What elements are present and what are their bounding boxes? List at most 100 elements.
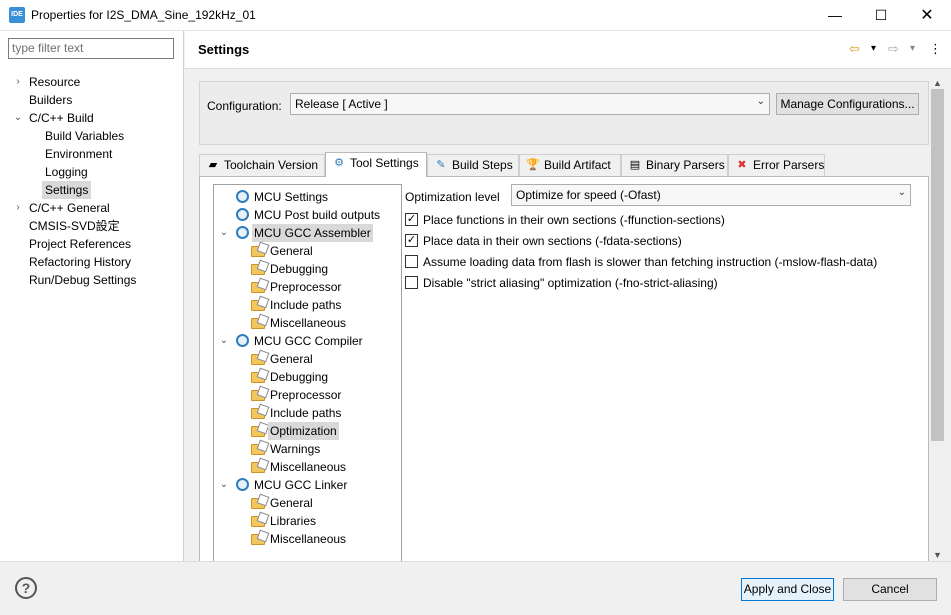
apply-and-close-button[interactable]: Apply and Close <box>741 578 834 601</box>
tab-toolchain-version[interactable]: ▰ Toolchain Version <box>199 154 325 176</box>
options-folder-icon <box>251 426 265 437</box>
nav-item-cmsis-svd[interactable]: CMSIS-SVD設定 <box>29 217 120 235</box>
settings-page: Settings ⇦ ▾ ⇨ ▾ ⋮ Configuration: Releas… <box>185 31 951 562</box>
checkbox-unchecked[interactable] <box>405 255 418 268</box>
tab-build-steps[interactable]: ✎ Build Steps <box>427 154 519 176</box>
nav-item-resource[interactable]: Resource <box>29 73 80 91</box>
expand-chevron-icon[interactable]: › <box>13 199 23 217</box>
tree-item-compiler-warnings[interactable]: Warnings <box>270 440 320 458</box>
tree-item-linker-libraries[interactable]: Libraries <box>270 512 316 530</box>
filter-input[interactable]: type filter text <box>8 38 174 59</box>
tree-item-assembler-debugging[interactable]: Debugging <box>270 260 328 278</box>
tree-item-assembler-miscellaneous[interactable]: Miscellaneous <box>270 314 346 332</box>
close-window-button[interactable]: ✕ <box>904 0 950 31</box>
checkbox-unchecked[interactable] <box>405 276 418 289</box>
configuration-group: Configuration: Release [ Active ] ⌄ Mana… <box>199 81 929 145</box>
maximize-button[interactable]: ☐ <box>858 0 904 31</box>
options-folder-icon <box>251 390 265 401</box>
nav-item-build-variables[interactable]: Build Variables <box>45 127 124 145</box>
tab-label: Toolchain Version <box>224 158 319 172</box>
checkbox-checked[interactable]: ✓ <box>405 234 418 247</box>
tree-item-mcu-gcc-linker[interactable]: MCU GCC Linker <box>254 476 347 494</box>
tree-item-assembler-include-paths[interactable]: Include paths <box>270 296 341 314</box>
tree-item-compiler-general[interactable]: General <box>270 350 313 368</box>
tree-item-linker-general[interactable]: General <box>270 494 313 512</box>
tree-item-mcu-gcc-assembler[interactable]: MCU GCC Assembler <box>252 224 373 242</box>
tab-label: Tool Settings <box>350 156 419 170</box>
nav-item-cpp-build[interactable]: C/C++ Build <box>29 109 94 127</box>
collapse-chevron-icon[interactable]: ⌄ <box>219 224 229 242</box>
tree-item-compiler-debugging[interactable]: Debugging <box>270 368 328 386</box>
trophy-icon: 🏆 <box>526 159 540 171</box>
nav-item-environment[interactable]: Environment <box>45 145 112 163</box>
ide-app-icon: IDE <box>9 7 25 23</box>
tab-build-artifact[interactable]: 🏆 Build Artifact <box>519 154 621 176</box>
nav-item-refactoring-history[interactable]: Refactoring History <box>29 253 131 271</box>
scroll-up-icon[interactable]: ▲ <box>929 77 946 89</box>
build-steps-icon: ✎ <box>436 159 446 171</box>
collapse-chevron-icon[interactable]: ⌄ <box>219 332 229 350</box>
nav-item-builders[interactable]: Builders <box>29 91 72 109</box>
option-label: Assume loading data from flash is slower… <box>423 255 878 269</box>
nav-item-cpp-general[interactable]: C/C++ General <box>29 199 110 217</box>
tree-item-compiler-include-paths[interactable]: Include paths <box>270 404 341 422</box>
cancel-button[interactable]: Cancel <box>843 578 937 601</box>
forward-arrow-icon[interactable]: ⇨ <box>888 41 899 57</box>
tool-settings-icon <box>236 478 249 491</box>
options-folder-icon <box>251 372 265 383</box>
tree-item-assembler-preprocessor[interactable]: Preprocessor <box>270 278 341 296</box>
title-bar: IDE Properties for I2S_DMA_Sine_192kHz_0… <box>0 0 951 31</box>
collapse-chevron-icon[interactable]: ⌄ <box>13 109 23 127</box>
tab-binary-parsers[interactable]: ▤ Binary Parsers <box>621 154 728 176</box>
back-dropdown-icon[interactable]: ▾ <box>871 41 876 57</box>
nav-item-run-debug-settings[interactable]: Run/Debug Settings <box>29 271 136 289</box>
forward-dropdown-icon[interactable]: ▾ <box>910 41 915 57</box>
options-folder-icon <box>251 534 265 545</box>
scroll-down-icon[interactable]: ▼ <box>929 549 946 561</box>
scroll-thumb[interactable] <box>931 89 944 441</box>
tree-item-compiler-optimization[interactable]: Optimization <box>268 422 339 440</box>
manage-configurations-button[interactable]: Manage Configurations... <box>776 93 919 115</box>
optimization-level-label: Optimization level <box>405 190 500 204</box>
minimize-button[interactable]: — <box>812 0 858 31</box>
optimization-level-value: Optimize for speed (-Ofast) <box>516 188 661 202</box>
tree-item-compiler-miscellaneous[interactable]: Miscellaneous <box>270 458 346 476</box>
options-folder-icon <box>251 300 265 311</box>
option-label: Place data in their own sections (-fdata… <box>423 234 682 248</box>
optimization-level-select[interactable]: Optimize for speed (-Ofast) ⌄ <box>511 184 911 206</box>
tree-item-compiler-preprocessor[interactable]: Preprocessor <box>270 386 341 404</box>
options-folder-icon <box>251 462 265 473</box>
tab-error-parsers[interactable]: ✖ Error Parsers <box>728 154 825 176</box>
tool-settings-icon <box>236 208 249 221</box>
tool-settings-icon <box>236 226 249 239</box>
gear-icon: ⚙ <box>334 157 344 169</box>
chevron-down-icon: ⌄ <box>897 187 906 198</box>
collapse-chevron-icon[interactable]: ⌄ <box>219 476 229 494</box>
tree-item-assembler-general[interactable]: General <box>270 242 313 260</box>
options-folder-icon <box>251 354 265 365</box>
help-icon[interactable]: ? <box>15 577 37 599</box>
vertical-scrollbar[interactable]: ▲ ▼ <box>929 77 946 561</box>
tab-tool-settings[interactable]: ⚙ Tool Settings <box>325 152 427 177</box>
nav-item-settings[interactable]: Settings <box>42 181 92 199</box>
tool-settings-icon <box>236 334 249 347</box>
nav-item-project-references[interactable]: Project References <box>29 235 131 253</box>
tab-label: Build Steps <box>452 158 513 172</box>
tree-item-mcu-gcc-compiler[interactable]: MCU GCC Compiler <box>254 332 363 350</box>
tree-item-mcu-post-build-outputs[interactable]: MCU Post build outputs <box>254 206 380 224</box>
checkbox-checked[interactable]: ✓ <box>405 213 418 226</box>
back-arrow-icon[interactable]: ⇦ <box>849 41 860 57</box>
view-menu-icon[interactable]: ⋮ <box>929 41 942 57</box>
tool-settings-icon <box>236 190 249 203</box>
configuration-value: Release [ Active ] <box>295 97 388 111</box>
tree-item-linker-miscellaneous[interactable]: Miscellaneous <box>270 530 346 548</box>
nav-item-logging[interactable]: Logging <box>45 163 88 181</box>
property-page-nav: type filter text › Resource Builders ⌄ C… <box>0 31 184 561</box>
expand-chevron-icon[interactable]: › <box>13 73 23 91</box>
tool-tree: MCU Settings MCU Post build outputs ⌄ MC… <box>213 184 402 562</box>
tool-settings-panel: MCU Settings MCU Post build outputs ⌄ MC… <box>199 176 929 562</box>
tree-item-mcu-settings[interactable]: MCU Settings <box>254 188 328 206</box>
options-folder-icon <box>251 408 265 419</box>
page-title: Settings <box>198 42 250 57</box>
configuration-select[interactable]: Release [ Active ] ⌄ <box>290 93 770 115</box>
